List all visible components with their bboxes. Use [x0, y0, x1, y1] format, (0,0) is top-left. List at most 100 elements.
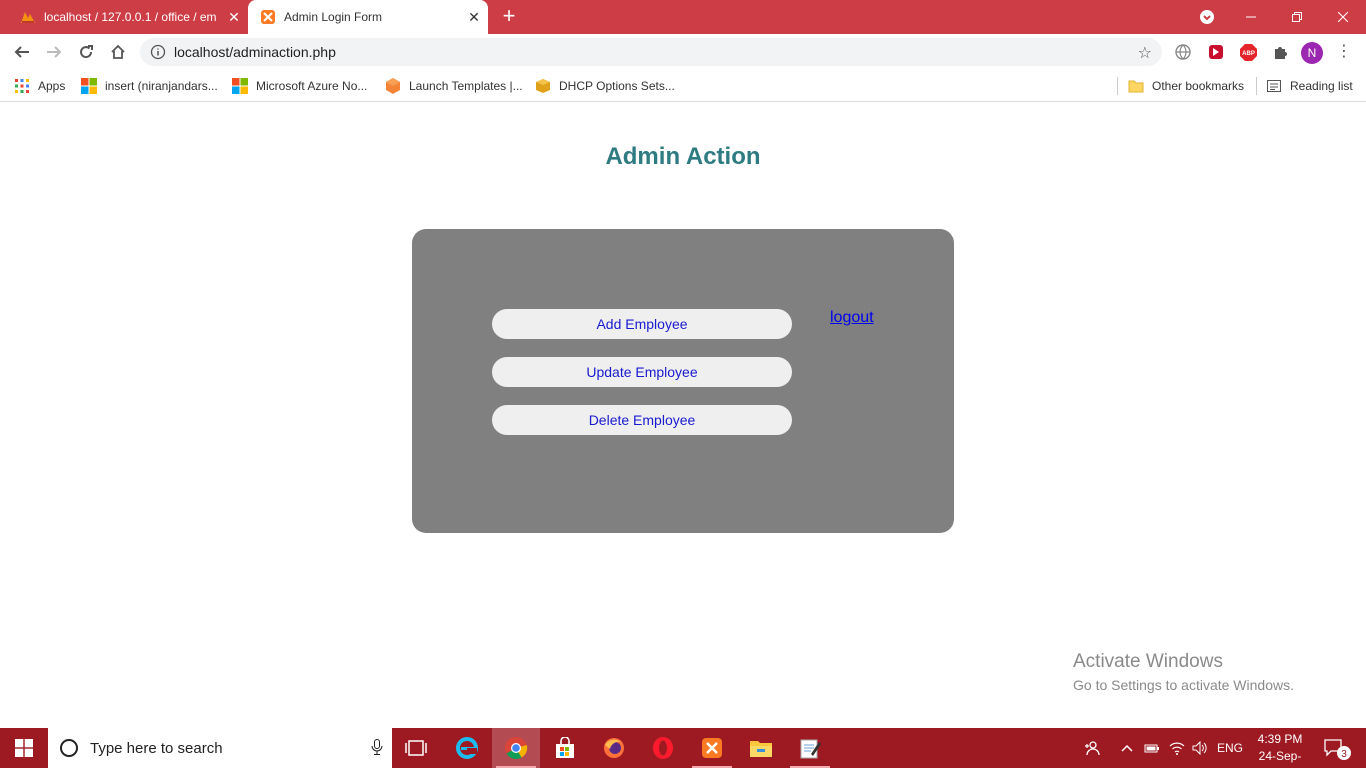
tab-search-button[interactable] [1184, 0, 1230, 34]
close-icon[interactable]: ✕ [460, 9, 488, 26]
close-icon [1338, 12, 1348, 22]
back-button[interactable] [10, 40, 34, 64]
reading-list-icon [1267, 80, 1281, 92]
url-text[interactable]: localhost/adminaction.php [174, 44, 336, 60]
browser-tab-strip: localhost / 127.0.0.1 / office / em ✕ Ad… [0, 0, 1366, 34]
phpmyadmin-icon [21, 12, 35, 23]
arrow-right-icon [47, 46, 62, 58]
xampp-icon [702, 738, 722, 758]
logout-link[interactable]: logout [830, 309, 874, 327]
page-title: Admin Action [605, 143, 761, 170]
bookmark-separator [1256, 77, 1257, 95]
speaker-icon [1192, 741, 1207, 755]
bookmark-azure[interactable]: Microsoft Azure No... [232, 76, 367, 96]
action-center-button[interactable]: 3 [1316, 728, 1358, 768]
people-button[interactable] [1080, 728, 1104, 768]
home-button[interactable] [106, 40, 130, 64]
battery-status[interactable] [1142, 728, 1162, 768]
close-window-button[interactable] [1320, 0, 1366, 34]
minimize-button[interactable] [1228, 0, 1274, 34]
globe-extension-icon[interactable] [1174, 43, 1192, 61]
microsoft-icon [232, 78, 248, 94]
system-clock[interactable]: 4:39 PM 24-Sep-21 [1252, 731, 1308, 782]
taskbar-file-explorer[interactable] [737, 728, 785, 768]
aws-icon [386, 78, 400, 94]
bookmark-label: Other bookmarks [1152, 79, 1245, 93]
microphone-icon[interactable] [362, 738, 392, 758]
profile-avatar[interactable]: N [1301, 42, 1323, 64]
taskbar-firefox[interactable] [590, 728, 638, 768]
task-view-icon [405, 740, 427, 756]
taskbar-xampp[interactable] [688, 728, 736, 768]
internet-explorer-icon [456, 737, 478, 759]
new-tab-button[interactable]: + [498, 5, 520, 29]
apps-grid-icon [15, 79, 29, 93]
bookmark-dhcp[interactable]: DHCP Options Sets... [535, 76, 675, 96]
tab-title: Admin Login Form [284, 10, 383, 24]
tab-title: localhost / 127.0.0.1 / office / em [44, 10, 217, 24]
tab-admin-login-form[interactable]: Admin Login Form ✕ [248, 0, 488, 34]
update-employee-button[interactable]: Update Employee [492, 357, 792, 387]
people-icon [1085, 741, 1100, 756]
browser-menu-icon[interactable]: ⋮ [1336, 42, 1352, 64]
reload-icon [80, 45, 93, 59]
taskbar-search-box[interactable]: Type here to search [48, 728, 392, 768]
notepad-icon [800, 739, 821, 759]
chevron-up-icon [1121, 744, 1133, 752]
clock-time: 4:39 PM [1257, 732, 1303, 746]
svg-text:ABP: ABP [1242, 51, 1255, 57]
restore-button[interactable] [1274, 0, 1320, 34]
other-bookmarks[interactable]: Other bookmarks [1128, 76, 1244, 96]
xampp-icon [261, 10, 275, 24]
watermark-subtitle: Go to Settings to activate Windows. [1073, 677, 1294, 693]
firefox-icon [604, 738, 624, 758]
forward-button[interactable] [42, 40, 66, 64]
media-extension-icon[interactable] [1207, 43, 1225, 61]
bookmark-label: Launch Templates |... [409, 79, 523, 93]
bookmark-label: DHCP Options Sets... [559, 79, 675, 93]
aws-box-icon [536, 79, 550, 93]
admin-action-panel: Add Employee Update Employee Delete Empl… [412, 229, 954, 533]
input-language[interactable]: ENG [1214, 728, 1246, 768]
taskbar-notepad[interactable] [786, 728, 834, 768]
taskbar-opera[interactable] [639, 728, 687, 768]
bookmark-launch-templates[interactable]: Launch Templates |... [385, 76, 523, 96]
bookmark-label: Apps [38, 79, 66, 93]
watermark-title: Activate Windows [1073, 651, 1223, 672]
bookmark-apps[interactable]: Apps [14, 76, 65, 96]
chevron-down-icon [1200, 10, 1214, 24]
task-view-button[interactable] [392, 728, 440, 768]
taskbar-edge-legacy[interactable] [443, 728, 491, 768]
taskbar-store[interactable] [541, 728, 589, 768]
bookmark-insert[interactable]: insert (niranjandars... [81, 76, 218, 96]
reload-button[interactable] [74, 40, 98, 64]
windows-taskbar: Type here to search ENG 4:39 PM 24-Sep-2… [0, 728, 1366, 780]
bookmark-label: Microsoft Azure No... [256, 79, 368, 93]
adblock-plus-icon[interactable]: ABP [1239, 43, 1257, 61]
page-content: Admin Action Add Employee Update Employe… [0, 103, 1366, 728]
taskbar-chrome[interactable] [492, 728, 540, 768]
bookmark-label: insert (niranjandars... [105, 79, 218, 93]
tab-phpmyadmin[interactable]: localhost / 127.0.0.1 / office / em ✕ [8, 0, 248, 34]
reading-list[interactable]: Reading list [1266, 76, 1353, 96]
search-placeholder: Type here to search [90, 739, 223, 757]
folder-icon [1128, 80, 1144, 93]
restore-icon [1292, 12, 1302, 22]
show-hidden-icons-button[interactable] [1118, 728, 1136, 768]
start-button[interactable] [0, 728, 48, 768]
extensions-puzzle-icon[interactable] [1271, 43, 1289, 61]
volume-control[interactable] [1190, 728, 1210, 768]
close-icon[interactable]: ✕ [220, 9, 248, 26]
network-status[interactable] [1166, 728, 1188, 768]
bookmark-separator [1117, 77, 1118, 95]
search-icon [60, 739, 78, 757]
address-bar[interactable]: localhost/adminaction.php ☆ [140, 38, 1162, 66]
activate-windows-watermark: Activate Windows Go to Settings to activ… [1073, 651, 1294, 693]
bookmark-label: Reading list [1290, 79, 1353, 93]
clock-date: 24-Sep-21 [1258, 749, 1302, 780]
info-icon[interactable] [150, 44, 166, 60]
add-employee-button[interactable]: Add Employee [492, 309, 792, 339]
delete-employee-button[interactable]: Delete Employee [492, 405, 792, 435]
bookmark-star-icon[interactable]: ☆ [1138, 43, 1152, 63]
microsoft-icon [81, 78, 97, 94]
